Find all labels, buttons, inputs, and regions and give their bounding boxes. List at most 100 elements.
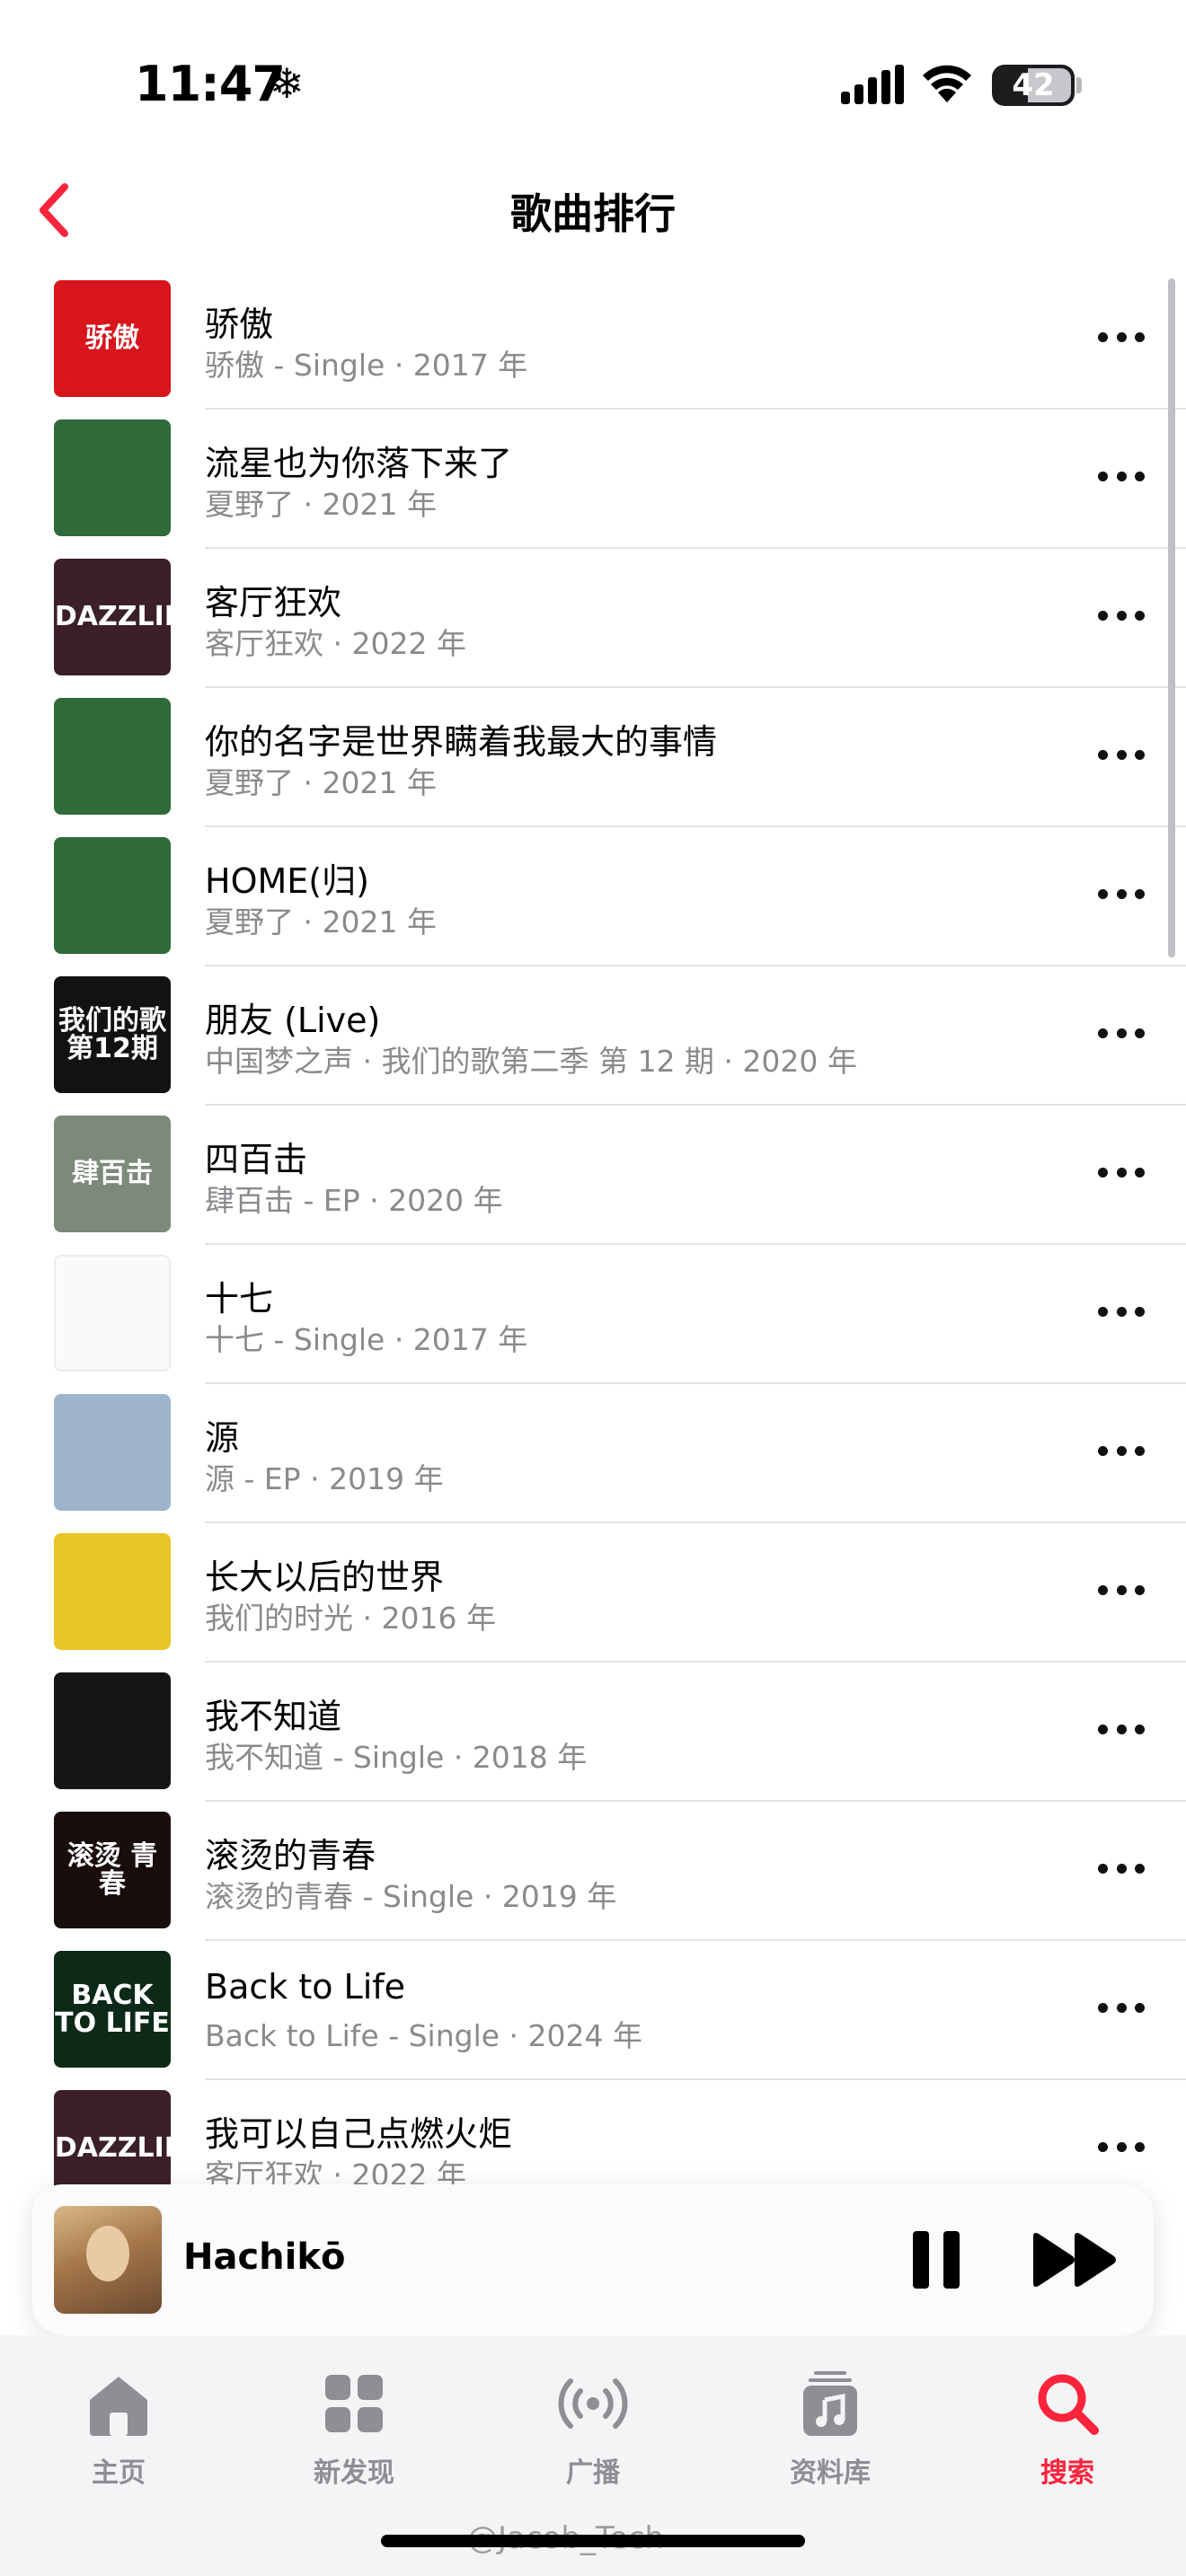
tab-library[interactable]: 资料库	[740, 2368, 920, 2490]
song-title: 十七	[205, 1279, 274, 1319]
song-title: 长大以后的世界	[205, 1557, 445, 1597]
album-artwork-text	[54, 419, 171, 536]
album-artwork-text	[54, 698, 171, 815]
song-title: 我不知道	[205, 1697, 342, 1736]
row-divider	[205, 1800, 1186, 1802]
song-subtitle: 我不知道 - Single · 2018 年	[205, 1740, 588, 1775]
tab-search[interactable]: 搜索	[978, 2368, 1157, 2490]
search-icon	[1038, 2374, 1099, 2435]
song-title: 四百击	[205, 1140, 308, 1179]
more-options-icon[interactable]	[1098, 1716, 1145, 1742]
row-divider	[205, 1522, 1186, 1523]
album-artwork	[54, 1394, 171, 1511]
album-artwork-text: BACK TO LIFE	[55, 1979, 170, 2039]
home-indicator[interactable]	[381, 2535, 805, 2547]
more-options-icon[interactable]	[1098, 1855, 1145, 1882]
album-artwork	[54, 837, 171, 954]
album-artwork-text	[54, 1394, 171, 1511]
song-row[interactable]: 源源 - EP · 2019 年	[0, 1392, 1186, 1531]
album-artwork-text: 骄傲	[85, 322, 139, 355]
song-row[interactable]: 长大以后的世界 我们的时光 · 2016 年	[0, 1531, 1186, 1671]
song-subtitle: 夏野了 · 2021 年	[205, 904, 437, 940]
song-title: 你的名字是世界瞒着我最大的事情	[205, 722, 718, 762]
song-row[interactable]: BACK TO LIFE Back to Life Back to Life - S…	[0, 1949, 1186, 2088]
row-divider	[205, 825, 1186, 827]
snowflake-icon: ❄	[270, 59, 305, 108]
song-title: 源	[205, 1418, 240, 1458]
more-options-icon[interactable]	[1098, 2133, 1145, 2160]
more-options-icon[interactable]	[1098, 1437, 1145, 1464]
status-time: 11:47	[135, 56, 286, 112]
song-subtitle: 夏野了 · 2021 年	[205, 487, 437, 522]
album-artwork: BACK TO LIFE	[54, 1951, 171, 2068]
album-artwork: 滚烫 青春	[54, 1812, 171, 1928]
album-artwork: 肆百击	[54, 1116, 171, 1232]
album-artwork	[54, 1672, 171, 1789]
more-options-icon[interactable]	[1098, 1159, 1145, 1186]
row-divider	[205, 2078, 1186, 2080]
song-title: 我可以自己点燃火炬	[205, 2114, 513, 2154]
tab-radio[interactable]: 广播	[503, 2368, 683, 2490]
album-artwork-text: BEDAZZLING	[54, 601, 171, 633]
radio-icon	[558, 2378, 628, 2429]
row-divider	[205, 408, 1186, 410]
song-row[interactable]: BEDAZZLING 客厅狂欢客厅狂欢 · 2022 年	[0, 557, 1186, 696]
album-artwork-text: 肆百击	[72, 1158, 153, 1190]
song-row[interactable]: 你的名字是世界瞒着我最大的事情 夏野了 · 2021 年	[0, 696, 1186, 835]
home-icon	[90, 2377, 147, 2436]
song-title: Back to Life	[205, 1967, 406, 2007]
more-options-icon[interactable]	[1098, 602, 1145, 629]
grid-icon	[325, 2375, 383, 2432]
more-options-icon[interactable]	[1098, 1576, 1145, 1603]
song-row[interactable]: 肆百击 四百击肆百击 - EP · 2020 年	[0, 1114, 1186, 1253]
song-subtitle: 肆百击 - EP · 2020 年	[205, 1183, 503, 1218]
album-artwork-text: 我们的歌 第12期	[58, 1004, 166, 1064]
song-row[interactable]: 滚烫 青春 滚烫的青春 滚烫的青春 - Single · 2019 年	[0, 1810, 1186, 1949]
more-options-icon[interactable]	[1098, 880, 1145, 907]
library-icon	[803, 2371, 857, 2436]
album-artwork	[54, 419, 171, 536]
more-options-icon[interactable]	[1098, 1298, 1145, 1325]
song-row[interactable]: 流星也为你落下来了夏野了 · 2021 年	[0, 418, 1186, 557]
song-row[interactable]: 骄傲 骄傲骄傲 - Single · 2017 年	[0, 278, 1186, 418]
tab-browse[interactable]: 新发现	[264, 2368, 444, 2490]
song-row[interactable]: 十七 十七 - Single · 2017 年	[0, 1253, 1186, 1392]
song-title: HOME(归)	[205, 861, 369, 901]
cellular-signal-icon	[841, 65, 904, 104]
more-options-icon[interactable]	[1098, 463, 1145, 490]
song-row[interactable]: 我们的歌 第12期 朋友 (Live) 中国梦之声 · 我们的歌第二季 第 12 期…	[0, 975, 1186, 1114]
album-artwork	[54, 1255, 171, 1372]
song-subtitle: 十七 - Single · 2017 年	[205, 1322, 528, 1357]
more-options-icon[interactable]	[1098, 1019, 1145, 1046]
row-divider	[205, 1382, 1186, 1384]
row-divider	[205, 1661, 1186, 1663]
album-artwork: 骄傲	[54, 280, 171, 397]
album-artwork-text	[56, 1257, 169, 1370]
song-row[interactable]: HOME(归) 夏野了 · 2021 年	[0, 835, 1186, 975]
pause-button[interactable]	[909, 2231, 963, 2289]
more-options-icon[interactable]	[1098, 1994, 1145, 2021]
song-title: 流星也为你落下来了	[205, 444, 513, 483]
wifi-icon	[923, 65, 971, 102]
more-options-icon[interactable]	[1098, 323, 1145, 350]
song-row[interactable]: 我不知道我不知道 - Single · 2018 年	[0, 1671, 1186, 1810]
song-title: 朋友 (Live)	[205, 1001, 381, 1040]
tab-home[interactable]: 主页	[29, 2368, 208, 2490]
more-options-icon[interactable]	[1098, 741, 1145, 768]
scroll-indicator[interactable]	[1168, 278, 1175, 957]
row-divider	[205, 547, 1186, 549]
battery-indicator: 42	[992, 65, 1075, 106]
song-subtitle: 骄傲 - Single · 2017 年	[205, 348, 528, 383]
now-playing-bar[interactable]: Hachikō	[32, 2184, 1154, 2335]
song-title: 客厅狂欢	[205, 583, 342, 622]
song-title: 骄傲	[205, 304, 274, 344]
song-subtitle: 中国梦之声 · 我们的歌第二季 第 12 期 · 2020 年	[205, 1044, 857, 1079]
album-artwork: 我们的歌 第12期	[54, 976, 171, 1093]
song-list: 骄傲 骄傲 骄傲 - Single · 2017 年流星也为你落下来了 夏野了 · 2…	[0, 278, 1186, 2228]
album-artwork-text	[54, 1672, 171, 1789]
skip-forward-button[interactable]	[1030, 2229, 1120, 2290]
album-artwork	[54, 698, 171, 815]
row-divider	[205, 1243, 1186, 1245]
album-artwork-text	[54, 837, 171, 954]
row-divider	[205, 965, 1186, 966]
